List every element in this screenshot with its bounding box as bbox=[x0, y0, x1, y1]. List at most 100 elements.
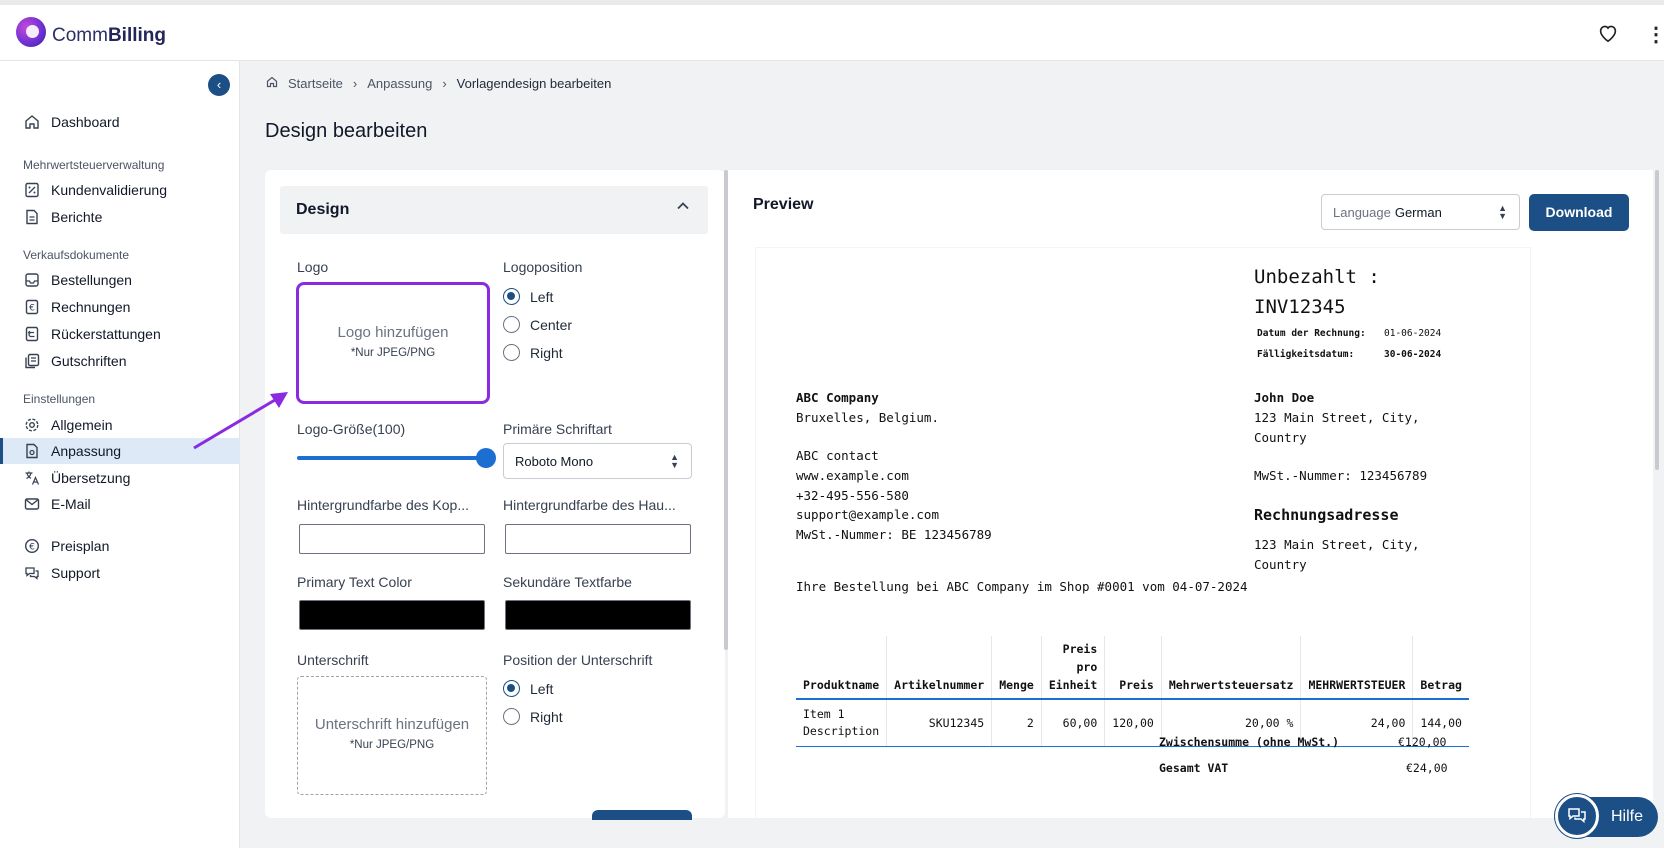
seller-name: ABC Company bbox=[796, 390, 879, 405]
download-button[interactable]: Download bbox=[1529, 194, 1629, 231]
main-bg-label: Hintergrundfarbe des Hau... bbox=[503, 497, 676, 513]
sidebar-item-rueckerstattungen[interactable]: Rückerstattungen bbox=[0, 321, 240, 347]
buyer-name: John Doe bbox=[1254, 390, 1315, 405]
design-section-header[interactable]: Design bbox=[280, 186, 708, 234]
cell-unit-price: 60,00 bbox=[1040, 699, 1105, 747]
table-header-row: Produktname Artikelnummer Menge Preis pr… bbox=[796, 636, 1469, 700]
col-header-unit-price: Preis pro Einheit bbox=[1040, 636, 1105, 700]
subtotal-value: €120,00 bbox=[1398, 735, 1447, 749]
font-label: Primäre Schriftart bbox=[503, 421, 612, 437]
sidebar-item-label: Rückerstattungen bbox=[51, 326, 161, 342]
cell-price: 120,00 bbox=[1104, 699, 1162, 747]
sidebar-item-rechnungen[interactable]: € Rechnungen bbox=[0, 294, 240, 320]
seller-email: support@example.com bbox=[796, 507, 939, 522]
invoice-due-value: 30-06-2024 bbox=[1384, 349, 1442, 360]
brand-logo-icon[interactable] bbox=[16, 17, 46, 47]
brand-name[interactable]: CommBilling bbox=[52, 25, 166, 47]
seller-phone: +32-495-556-580 bbox=[796, 488, 909, 503]
chevron-right-icon: › bbox=[442, 76, 447, 91]
sidebar-item-label: E-Mail bbox=[51, 496, 91, 512]
radio-label: Left bbox=[530, 288, 554, 305]
secondary-text-color-label: Sekundäre Textfarbe bbox=[503, 574, 632, 590]
percent-doc-icon bbox=[23, 181, 41, 199]
sidebar-item-bestellungen[interactable]: Bestellungen bbox=[0, 267, 240, 293]
home-icon[interactable] bbox=[266, 76, 278, 91]
preview-panel: Preview Language German ▲ ▼ Download Unbe… bbox=[728, 170, 1653, 818]
secondary-text-color-input[interactable] bbox=[505, 600, 691, 630]
logo-size-slider[interactable] bbox=[297, 456, 485, 460]
breadcrumb-parent[interactable]: Anpassung bbox=[367, 76, 432, 91]
language-select[interactable]: Language German ▲ ▼ bbox=[1321, 194, 1520, 230]
invoice-due-label: Fälligkeitsdatum: bbox=[1257, 349, 1355, 360]
sidebar-item-gutschriften[interactable]: Gutschriften bbox=[0, 348, 240, 374]
select-arrows-icon: ▲ ▼ bbox=[1498, 203, 1507, 221]
seller-contact: ABC contact bbox=[796, 448, 879, 463]
breadcrumb-home[interactable]: Startseite bbox=[288, 76, 343, 91]
sidebar-item-label: Bestellungen bbox=[51, 272, 132, 288]
inbox-icon bbox=[23, 271, 41, 289]
seller-city: Bruxelles, Belgium. bbox=[796, 410, 939, 425]
logo-size-slider-thumb[interactable] bbox=[476, 448, 496, 468]
invoice-status: Unbezahlt : bbox=[1254, 266, 1380, 288]
invoice-number: INV12345 bbox=[1254, 296, 1346, 318]
invoice-date-label: Datum der Rechnung: bbox=[1257, 328, 1366, 339]
sidebar-item-berichte[interactable]: Berichte bbox=[0, 204, 240, 230]
header-bg-color-input[interactable] bbox=[299, 524, 485, 554]
language-value: German bbox=[1394, 204, 1442, 220]
logo-position-right-radio[interactable]: Right bbox=[503, 344, 563, 361]
sidebar-item-kundenvalidierung[interactable]: Kundenvalidierung bbox=[0, 177, 240, 203]
col-header: Produktname bbox=[796, 636, 887, 700]
signature-label: Unterschrift bbox=[297, 652, 369, 668]
font-select[interactable]: Roboto Mono ▲ ▼ bbox=[503, 443, 692, 479]
sidebar-item-uebersetzung[interactable]: Übersetzung bbox=[0, 465, 240, 491]
logo-dropzone[interactable]: Logo hinzufügen *Nur JPEG/PNG bbox=[296, 282, 490, 404]
logo-add-text: Logo hinzufügen bbox=[337, 324, 449, 341]
preview-panel-scrollbar[interactable] bbox=[1655, 170, 1659, 470]
radio-dot bbox=[503, 288, 520, 305]
logo-size-label: Logo-Größe(100) bbox=[297, 421, 406, 437]
sidebar-item-dashboard[interactable]: Dashboard bbox=[0, 109, 240, 135]
radio-label: Right bbox=[530, 708, 563, 725]
signature-dropzone[interactable]: Unterschrift hinzufügen *Nur JPEG/PNG bbox=[297, 676, 487, 795]
col-header: Betrag bbox=[1412, 636, 1469, 700]
radio-label: Right bbox=[530, 344, 563, 361]
main-bg-color-input[interactable] bbox=[505, 524, 691, 554]
sidebar-item-email[interactable]: E-Mail bbox=[0, 491, 240, 517]
billing-address-line1: 123 Main Street, City, bbox=[1254, 537, 1420, 552]
help-button[interactable]: Hilfe bbox=[1555, 794, 1658, 838]
sidebar-item-preisplan[interactable]: € Preisplan bbox=[0, 533, 240, 559]
signature-position-left-radio[interactable]: Left bbox=[503, 680, 553, 697]
chat-icon bbox=[23, 564, 41, 582]
save-button[interactable] bbox=[592, 810, 692, 820]
font-select-value: Roboto Mono bbox=[515, 453, 594, 469]
design-section-title: Design bbox=[296, 201, 350, 218]
radio-dot bbox=[503, 680, 520, 697]
sidebar-item-label: Gutschriften bbox=[51, 353, 127, 369]
sidebar-item-label: Anpassung bbox=[51, 443, 122, 459]
annotation-arrow bbox=[193, 392, 288, 450]
primary-text-color-input[interactable] bbox=[299, 600, 485, 630]
breadcrumb: Startseite › Anpassung › Vorlagendesign … bbox=[266, 76, 611, 91]
seller-web: www.example.com bbox=[796, 468, 909, 483]
radio-dot bbox=[503, 708, 520, 725]
chat-icon bbox=[1555, 794, 1599, 838]
sidebar-item-label: Dashboard bbox=[51, 114, 120, 130]
logo-label: Logo bbox=[297, 259, 329, 275]
buyer-vat: MwSt.-Nummer: 123456789 bbox=[1254, 468, 1428, 483]
col-header: Artikelnummer bbox=[886, 636, 992, 700]
kebab-menu-icon[interactable]: ⋮ bbox=[1646, 22, 1664, 47]
sidebar-collapse-button[interactable]: ‹ bbox=[208, 74, 230, 96]
cell-sku: SKU12345 bbox=[886, 699, 992, 747]
invoice-date-value: 01-06-2024 bbox=[1384, 328, 1442, 339]
header-bg-label: Hintergrundfarbe des Kop... bbox=[297, 497, 469, 513]
sidebar-section-vat: Mehrwertsteuerverwaltung bbox=[23, 158, 165, 172]
sidebar-item-support[interactable]: Support bbox=[0, 560, 240, 586]
signature-position-right-radio[interactable]: Right bbox=[503, 708, 563, 725]
col-header-line: Einheit bbox=[1048, 678, 1098, 692]
chevron-up-icon[interactable] bbox=[676, 199, 690, 218]
product-name: Item 1 bbox=[803, 707, 845, 721]
logo-position-left-radio[interactable]: Left bbox=[503, 288, 553, 305]
sidebar-item-label: Übersetzung bbox=[51, 470, 131, 486]
logo-position-center-radio[interactable]: Center bbox=[503, 316, 572, 333]
heart-icon[interactable] bbox=[1598, 24, 1618, 48]
